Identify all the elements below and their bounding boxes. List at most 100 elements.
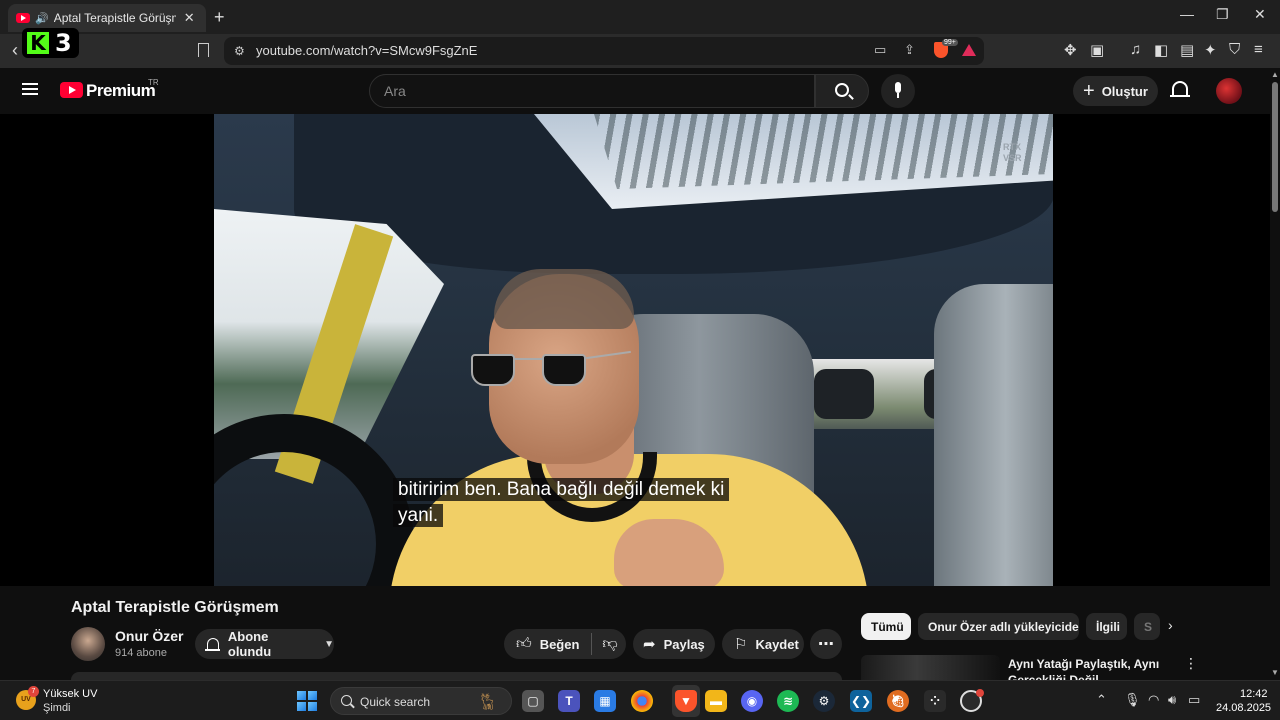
chip-all[interactable]: Tümü <box>861 613 911 640</box>
youtube-logo-icon[interactable] <box>60 82 83 98</box>
chevron-down-icon: ▼ <box>324 638 334 650</box>
weather-subtitle[interactable]: Şimdi <box>43 702 71 714</box>
leo-ai-icon[interactable]: ✦ <box>1204 41 1217 59</box>
fl-studio-icon[interactable]: 🍓︎ <box>887 690 909 712</box>
microsoft-store-icon[interactable]: ▦ <box>594 690 616 712</box>
share-arrow-icon: ➦ <box>643 636 656 653</box>
show-hidden-icons-chevron-icon[interactable]: ⌃ <box>1096 692 1107 708</box>
back-arrow-icon[interactable]: ‹ <box>12 40 18 61</box>
sunglasses-bridge <box>515 358 543 360</box>
spotify-icon[interactable]: ≋ <box>777 690 799 712</box>
kick-logo-number: 3 <box>55 29 72 57</box>
more-vertical-icon[interactable]: ⋮ <box>1184 655 1198 672</box>
channel-name[interactable]: Onur Özer <box>115 628 183 644</box>
volume-icon[interactable]: 🔊︎ <box>1168 692 1176 708</box>
notification-bell-icon <box>205 638 220 651</box>
chip-truncated[interactable]: S <box>1134 613 1160 640</box>
passenger-seat <box>934 284 1053 586</box>
scroll-down-icon[interactable]: ▼ <box>1271 668 1279 677</box>
task-view-icon[interactable]: ▢ <box>522 690 544 712</box>
restore-icon[interactable]: ❐ <box>1216 6 1229 23</box>
extensions-icon[interactable]: ✥ <box>1064 41 1077 59</box>
wifi-icon[interactable]: ◠ <box>1148 692 1159 708</box>
video-captions: bitiririm ben. Bana bağlı değil demek ki… <box>393 477 763 529</box>
battery-icon[interactable]: ▭ <box>1188 692 1200 708</box>
subscribed-button[interactable]: Abone olundu ▼ <box>195 629 334 659</box>
brave-rewards-icon[interactable] <box>962 44 976 56</box>
sunglasses-lens-right <box>542 354 586 386</box>
media-icon[interactable]: ♫ <box>1130 41 1141 58</box>
minimize-icon[interactable]: — <box>1180 6 1194 22</box>
search-input[interactable]: Ara <box>369 74 815 108</box>
channel-avatar[interactable] <box>71 627 105 661</box>
subscriber-count: 914 abone <box>115 647 167 659</box>
chip-related[interactable]: İlgili <box>1086 613 1127 640</box>
search-button[interactable] <box>815 74 869 108</box>
caption-line1: bitiririm ben. Bana bağlı değil demek ki <box>393 478 730 501</box>
notifications-bell-icon[interactable] <box>1170 81 1190 97</box>
cast-icon[interactable]: ▭ <box>874 42 886 58</box>
save-label: Kaydet <box>755 636 799 652</box>
search-icon <box>835 83 849 97</box>
search-icon <box>341 695 352 706</box>
audio-playing-icon[interactable]: 🔊 <box>35 12 49 25</box>
close-tab-icon[interactable]: ✕ <box>184 10 195 26</box>
steam-icon[interactable]: ⚙ <box>813 690 835 712</box>
wallet-icon[interactable]: ▤ <box>1180 41 1194 59</box>
vpn-icon[interactable]: ⛉ <box>1229 41 1240 58</box>
thumbs-up-icon: 👍︎ <box>516 635 532 652</box>
uv-index-badge: 7 <box>28 686 39 697</box>
reader-mode-icon[interactable]: ▣ <box>1090 41 1104 59</box>
discord-icon[interactable]: ◉ <box>741 690 763 712</box>
search-placeholder: Ara <box>384 83 406 99</box>
chevron-right-icon[interactable]: › <box>1168 617 1173 633</box>
file-explorer-icon[interactable]: ▬ <box>705 690 727 712</box>
subscribed-label: Abone olundu <box>227 629 272 659</box>
watermark-line2: VSR <box>1003 153 1022 163</box>
address-bar[interactable]: ⚙ youtube.com/watch?v=SMcw9FsgZnE ▭ ⇪ 99… <box>224 37 984 65</box>
scrollbar-thumb[interactable] <box>1272 82 1278 212</box>
bookmark-icon[interactable] <box>198 43 209 57</box>
share-label: Paylaş <box>663 636 705 652</box>
scroll-up-icon[interactable]: ▲ <box>1271 70 1279 79</box>
rtx-vsr-watermark: RTX VSR <box>1003 142 1022 164</box>
close-window-icon[interactable]: ✕ <box>1254 6 1266 23</box>
new-tab-icon[interactable]: + <box>214 7 225 28</box>
app-grid-icon[interactable]: ⁘ <box>924 690 946 712</box>
save-button[interactable]: ⚐ Kaydet <box>722 629 804 659</box>
teams-icon[interactable]: T <box>558 690 580 712</box>
taskbar-time[interactable]: 12:42 <box>1240 688 1268 700</box>
chrome-icon[interactable] <box>631 690 653 712</box>
more-actions-button[interactable]: ⋯ <box>810 629 842 659</box>
taskbar-date[interactable]: 24.08.2025 <box>1216 702 1271 714</box>
windows-taskbar: UV 7 Yüksek UV Şimdi Quick search 🦌︎ ▢ T… <box>0 680 1280 720</box>
chip-from-uploader[interactable]: Onur Özer adlı yükleyiciden <box>918 613 1079 640</box>
youtube-premium-logo[interactable]: Premium <box>86 81 156 101</box>
more-horizontal-icon: ⋯ <box>818 636 834 653</box>
like-divider <box>591 633 593 655</box>
recommendation-thumbnail[interactable] <box>861 655 1000 680</box>
menu-icon[interactable]: ≡ <box>1254 41 1263 58</box>
windows-start-icon[interactable] <box>297 691 317 711</box>
thumbs-down-icon[interactable]: 👎︎ <box>602 635 617 653</box>
taskbar-search-box[interactable]: Quick search 🦌︎ <box>330 687 512 715</box>
account-avatar[interactable] <box>1216 78 1242 104</box>
weather-title[interactable]: Yüksek UV <box>43 688 97 700</box>
site-settings-icon[interactable]: ⚙ <box>234 44 245 58</box>
share-button[interactable]: ➦ Paylaş <box>633 629 715 659</box>
create-button[interactable]: + Oluştur <box>1073 76 1158 106</box>
page-scrollbar[interactable]: ▲ ▼ <box>1270 68 1280 680</box>
hamburger-menu-icon[interactable] <box>22 83 38 95</box>
recommendation-title[interactable]: Aynı Yatağı Paylaştık, Aynı Gerçekliği D… <box>1008 656 1168 680</box>
rear-headrest <box>814 369 874 419</box>
vscode-icon[interactable]: ❮❯ <box>850 690 872 712</box>
microphone-in-use-icon[interactable]: 🎙︎ <box>1124 692 1141 708</box>
share-page-icon[interactable]: ⇪ <box>904 42 915 58</box>
like-button[interactable]: 👍︎ Beğen 👎︎ <box>504 629 626 659</box>
tab-title: Aptal Terapistle Görüşmem - <box>53 11 176 25</box>
voice-search-microphone-icon[interactable] <box>881 74 915 108</box>
person-hair <box>494 269 634 329</box>
url-text[interactable]: youtube.com/watch?v=SMcw9FsgZnE <box>256 43 477 58</box>
sidebar-icon[interactable]: ◧ <box>1154 41 1168 59</box>
brave-browser-icon[interactable]: ▼ <box>675 690 697 712</box>
